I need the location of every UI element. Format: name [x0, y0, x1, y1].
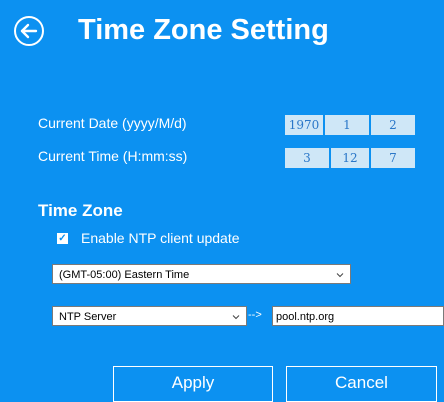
- ntp-checkbox-label: Enable NTP client update: [81, 230, 240, 246]
- chevron-down-icon: [336, 273, 344, 278]
- current-date-label: Current Date (yyyy/M/d): [38, 115, 187, 131]
- hour-field[interactable]: 3: [285, 148, 329, 168]
- arrow-text: -->: [248, 309, 262, 321]
- minute-field[interactable]: 12: [331, 148, 369, 168]
- month-field[interactable]: 1: [325, 115, 369, 135]
- current-time-label: Current Time (H:mm:ss): [38, 148, 188, 164]
- year-field[interactable]: 1970: [285, 115, 323, 135]
- second-field[interactable]: 7: [371, 148, 415, 168]
- back-arrow-circle-icon[interactable]: [14, 16, 44, 46]
- ntp-server-select-value: NTP Server: [59, 311, 117, 323]
- ntp-server-input[interactable]: pool.ntp.org: [272, 306, 444, 326]
- day-field[interactable]: 2: [371, 115, 415, 135]
- apply-button[interactable]: Apply: [113, 366, 273, 402]
- time-zone-select-value: (GMT-05:00) Eastern Time: [59, 269, 190, 281]
- page-title: Time Zone Setting: [78, 14, 329, 46]
- ntp-server-select[interactable]: NTP Server: [52, 306, 247, 326]
- ntp-checkbox[interactable]: ✓: [57, 233, 68, 244]
- chevron-down-icon: [232, 315, 240, 320]
- time-zone-heading: Time Zone: [38, 201, 123, 220]
- time-zone-select[interactable]: (GMT-05:00) Eastern Time: [52, 264, 351, 284]
- cancel-button[interactable]: Cancel: [286, 366, 437, 402]
